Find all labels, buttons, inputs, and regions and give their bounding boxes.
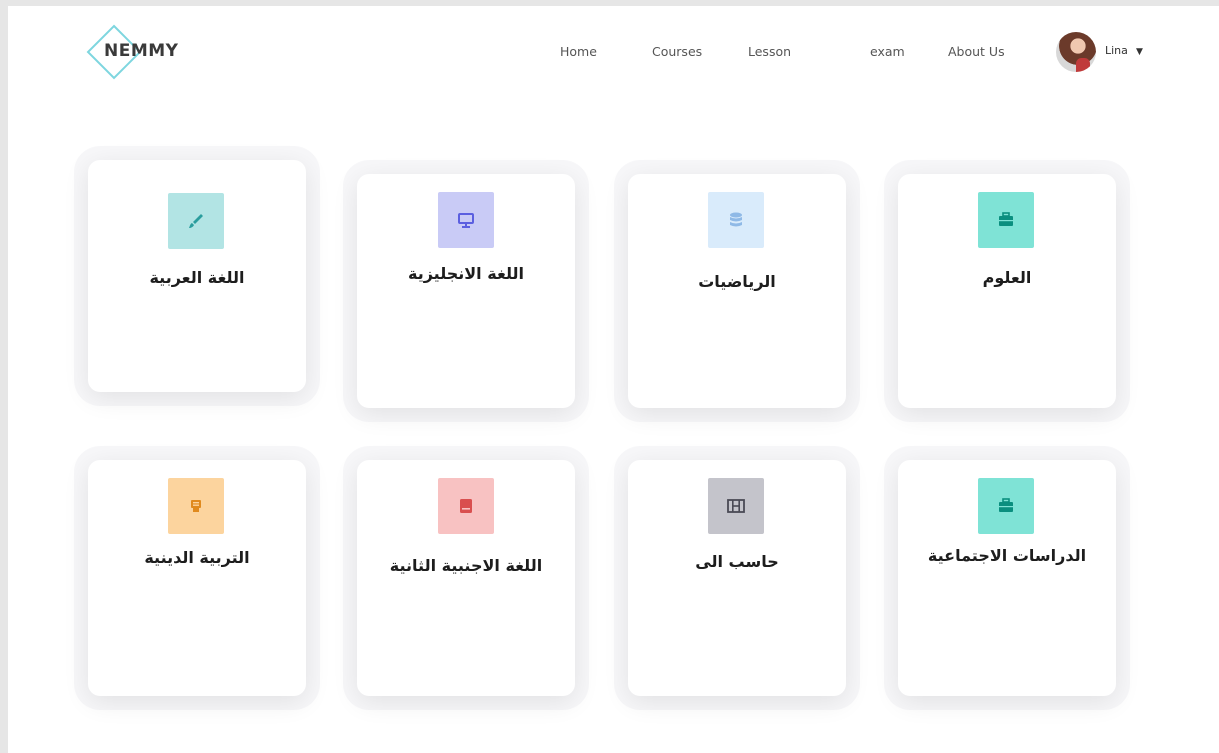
card-title: اللغة الانجليزية: [408, 264, 524, 283]
window-border-left: [0, 0, 8, 753]
nav-home[interactable]: Home: [560, 44, 597, 59]
film-icon: [708, 478, 764, 534]
stamp-icon: [168, 478, 224, 534]
card-title: الرياضيات: [698, 272, 776, 291]
subject-card-social-studies[interactable]: الدراسات الاجتماعية: [898, 460, 1116, 696]
logo-text: NEMMY: [104, 41, 179, 61]
subject-card-computer[interactable]: حاسب الى: [628, 460, 846, 696]
subject-card-science[interactable]: العلوم: [898, 174, 1116, 408]
user-menu[interactable]: Lina ▼: [1056, 32, 1156, 74]
subject-card-second-language[interactable]: اللغة الاجنبية الثانية: [357, 460, 575, 696]
avatar[interactable]: [1056, 32, 1096, 72]
nav-courses[interactable]: Courses: [652, 44, 702, 59]
database-icon: [708, 192, 764, 248]
nav-lesson[interactable]: Lesson: [748, 44, 791, 59]
window-border-top: [0, 0, 1219, 6]
monitor-icon: [438, 192, 494, 248]
nav-exam[interactable]: exam: [870, 44, 905, 59]
card-title: الدراسات الاجتماعية: [927, 546, 1087, 565]
card-title: حاسب الى: [695, 552, 779, 571]
nav-about-us[interactable]: About Us: [948, 44, 1005, 59]
book-icon: [438, 478, 494, 534]
card-title: اللغة العربية: [149, 268, 245, 287]
brand-logo[interactable]: NEMMY: [86, 24, 196, 80]
card-title: التربية الدينية: [144, 548, 250, 567]
subject-card-english[interactable]: اللغة الانجليزية: [357, 174, 575, 408]
card-title: العلوم: [982, 268, 1032, 287]
subject-card-arabic[interactable]: اللغة العربية: [88, 160, 306, 392]
user-name: Lina: [1105, 44, 1128, 57]
main-nav: Home Courses Lesson exam About Us: [560, 44, 1020, 64]
subject-card-religion[interactable]: التربية الدينية: [88, 460, 306, 696]
brush-icon: [168, 193, 224, 249]
subject-card-math[interactable]: الرياضيات: [628, 174, 846, 408]
card-title: اللغة الاجنبية الثانية: [389, 556, 543, 575]
caret-down-icon[interactable]: ▼: [1136, 47, 1143, 57]
briefcase-icon: [978, 478, 1034, 534]
briefcase-icon: [978, 192, 1034, 248]
